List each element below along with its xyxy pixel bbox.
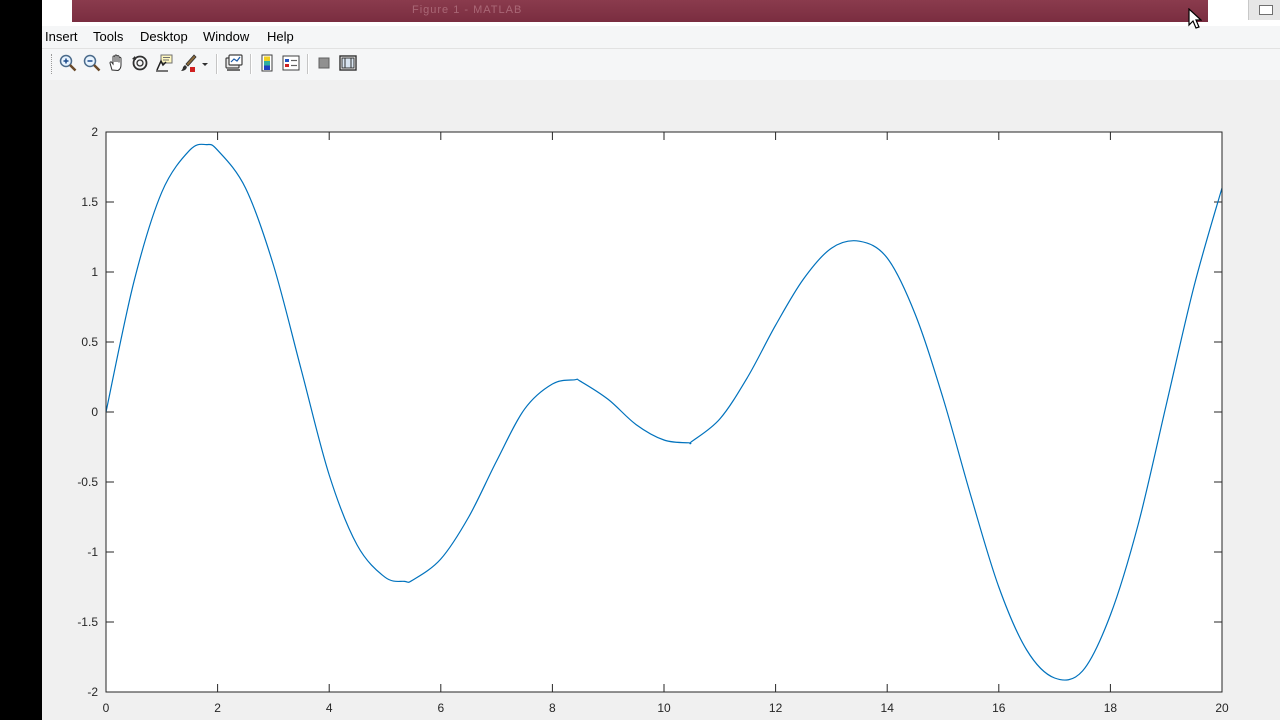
y-tick-label: -1 [87,545,98,559]
toolbar-separator [216,54,218,74]
brush-dropdown-icon [202,63,208,66]
x-tick-label: 16 [992,701,1006,715]
menu-desktop[interactable]: Desktop [140,29,188,45]
link-plot-button[interactable] [224,53,244,73]
legend-icon [282,55,300,71]
insert-legend-button[interactable] [281,53,301,73]
zoom-out-button[interactable] [82,53,102,73]
menu-insert[interactable]: Insert [45,29,78,45]
line-plot[interactable]: 0 2 4 6 8 10 12 14 16 18 20 -2 -1.5 -1 -0.5 0 0.5 1 1.5 2 [42,80,1280,720]
toolbar-separator [250,54,252,74]
figure-canvas[interactable]: 0 2 4 6 8 10 12 14 16 18 20 -2 -1.5 -1 -0.5 0 0.5 1 1.5 2 [42,80,1280,720]
y-tick-label: -2 [87,685,98,699]
pan-hand-icon [109,54,122,72]
rotate-3d-icon [132,55,148,71]
link-plot-icon [225,54,243,71]
x-tick-label: 20 [1215,701,1229,715]
x-tick-label: 6 [437,701,444,715]
rotate-3d-button[interactable] [130,53,150,73]
y-tick-label: 1 [91,265,98,279]
hide-plot-tools-icon [318,57,330,69]
x-tick-label: 8 [549,701,556,715]
x-tick-label: 14 [881,701,895,715]
menu-bar: Insert Tools Desktop Window Help [42,26,1280,49]
y-tick-label: 0 [91,405,98,419]
brush-icon [181,54,197,72]
figure-toolbar [42,49,1280,81]
toolbar-separator [307,54,309,74]
zoom-in-button[interactable] [58,53,78,73]
figure-window: Figure 1 - MATLAB Insert Tools Desktop W… [42,0,1280,720]
brush-button[interactable] [178,53,198,73]
pan-button[interactable] [106,53,126,73]
menu-help[interactable]: Help [267,29,294,45]
mouse-pointer-icon [1188,8,1202,29]
hide-plot-tools-button[interactable] [314,53,334,73]
y-tick-label: 1.5 [81,195,98,209]
x-tick-label: 4 [326,701,333,715]
y-tick-label: 2 [91,125,98,139]
y-tick-label: 0.5 [81,335,98,349]
restore-icon [1259,5,1273,15]
zoom-out-icon [83,54,101,72]
x-tick-label: 2 [214,701,221,715]
zoom-in-icon [59,54,77,72]
brush-dropdown-button[interactable] [200,53,210,73]
x-tick-label: 10 [657,701,671,715]
toolbar-grip[interactable] [51,54,54,74]
data-cursor-button[interactable] [154,53,174,73]
y-tick-label: -0.5 [77,475,98,489]
title-bar[interactable]: Figure 1 - MATLAB [42,0,1280,26]
data-cursor-icon [156,54,173,72]
axes-background[interactable] [106,132,1222,692]
colorbar-icon [261,54,273,72]
x-tick-label: 18 [1104,701,1118,715]
y-tick-label: -1.5 [77,615,98,629]
x-tick-label: 12 [769,701,783,715]
menu-window[interactable]: Window [203,29,249,45]
menu-tools[interactable]: Tools [93,29,123,45]
show-plot-tools-icon [339,55,357,71]
title-bar-band[interactable]: Figure 1 - MATLAB [72,0,1208,22]
window-title: Figure 1 - MATLAB [412,4,523,16]
insert-colorbar-button[interactable] [257,53,277,73]
restore-window-button[interactable] [1248,0,1280,20]
x-tick-label: 0 [103,701,110,715]
show-plot-tools-button[interactable] [338,53,358,73]
